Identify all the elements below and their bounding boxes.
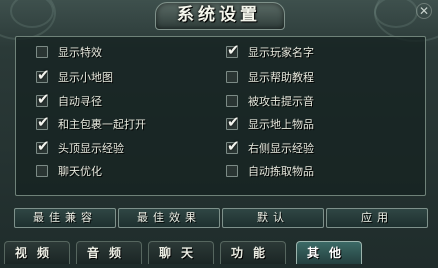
option-label: 自动拣取物品	[248, 165, 314, 178]
option-label: 显示玩家名字	[248, 46, 314, 59]
option-show-minimap[interactable]: ✔ 显示小地图	[36, 66, 113, 86]
option-right-exp[interactable]: ✔ 右侧显示经验	[226, 137, 314, 157]
check-icon: ✔	[227, 137, 240, 155]
option-label: 被攻击提示音	[248, 95, 314, 108]
option-auto-loot[interactable]: 自动拣取物品	[226, 162, 314, 180]
checkbox[interactable]	[36, 165, 48, 177]
checkbox[interactable]: ✔	[226, 113, 240, 131]
option-auto-pathfind[interactable]: ✔ 自动寻径	[36, 90, 102, 110]
option-label: 自动寻径	[58, 95, 102, 108]
checkbox[interactable]: ✔	[226, 137, 240, 155]
option-label: 显示小地图	[58, 71, 113, 84]
checkbox[interactable]: ✔	[36, 113, 50, 131]
checkbox[interactable]	[226, 95, 238, 107]
option-show-help-tutorial[interactable]: 显示帮助教程	[226, 68, 314, 86]
option-label: 显示地上物品	[248, 118, 314, 131]
tab-audio[interactable]: 音频	[76, 241, 142, 264]
checkbox[interactable]	[226, 165, 238, 177]
checkbox[interactable]: ✔	[36, 90, 50, 108]
default-button[interactable]: 默认	[222, 208, 324, 228]
tab-other[interactable]: 其他	[296, 241, 362, 264]
option-open-with-bag[interactable]: ✔ 和主包裹一起打开	[36, 113, 146, 133]
check-icon: ✔	[37, 90, 50, 108]
tab-function[interactable]: 功能	[220, 241, 286, 264]
option-label: 和主包裹一起打开	[58, 118, 146, 131]
option-attack-alert-sound[interactable]: 被攻击提示音	[226, 92, 314, 110]
option-label: 显示特效	[58, 46, 102, 59]
option-label: 头顶显示经验	[58, 142, 124, 155]
option-show-player-names[interactable]: ✔ 显示玩家名字	[226, 41, 314, 61]
option-show-effects[interactable]: 显示特效	[36, 43, 102, 61]
apply-button[interactable]: 应用	[326, 208, 428, 228]
option-label: 聊天优化	[58, 165, 102, 178]
option-label: 显示帮助教程	[248, 71, 314, 84]
check-icon: ✔	[37, 66, 50, 84]
checkbox[interactable]	[226, 71, 238, 83]
check-icon: ✔	[227, 113, 240, 131]
check-icon: ✔	[37, 113, 50, 131]
best-compat-button[interactable]: 最佳兼容	[14, 208, 116, 228]
check-icon: ✔	[227, 41, 240, 59]
option-show-ground-items[interactable]: ✔ 显示地上物品	[226, 113, 314, 133]
check-icon: ✔	[37, 137, 50, 155]
window-title: 系统设置	[177, 5, 261, 25]
best-effect-button[interactable]: 最佳效果	[118, 208, 220, 228]
checkbox[interactable]	[36, 46, 48, 58]
option-chat-optimize[interactable]: 聊天优化	[36, 162, 102, 180]
checkbox[interactable]: ✔	[36, 66, 50, 84]
checkbox[interactable]: ✔	[36, 137, 50, 155]
settings-window: 系统设置 ✕ 显示特效 ✔ 显示小地图 ✔ 自动寻径 ✔ 和主包裹一起打开 ✔ …	[0, 0, 438, 268]
tab-chat[interactable]: 聊天	[148, 241, 214, 264]
tab-video[interactable]: 视频	[4, 241, 70, 264]
close-icon[interactable]: ✕	[416, 3, 432, 19]
checkbox[interactable]: ✔	[226, 41, 240, 59]
option-head-exp[interactable]: ✔ 头顶显示经验	[36, 137, 124, 157]
option-label: 右侧显示经验	[248, 142, 314, 155]
